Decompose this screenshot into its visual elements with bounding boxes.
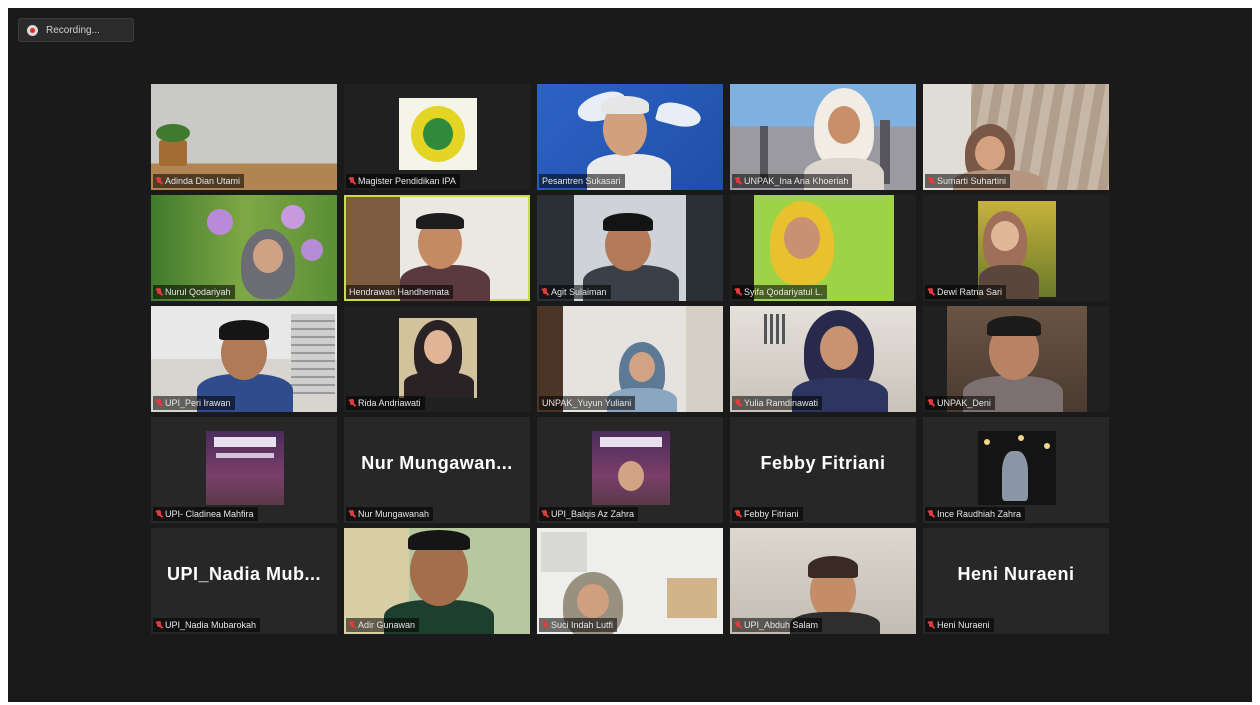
participant-tile[interactable]: Heni Nuraeni Heni Nuraeni: [923, 528, 1109, 634]
mic-muted-icon: [156, 287, 162, 297]
mic-muted-icon: [542, 620, 548, 630]
mic-muted-icon: [928, 176, 934, 186]
mic-muted-icon: [156, 176, 162, 186]
mic-muted-icon: [735, 509, 741, 519]
mic-muted-icon: [349, 398, 355, 408]
participant-name-label: Agit Sulaiman: [539, 285, 611, 299]
mic-muted-icon: [735, 620, 741, 630]
participant-name-label: Yulia Ramdinawati: [732, 396, 823, 410]
participant-name-label: UPI_Balqis Az Zahra: [539, 507, 639, 521]
participant-tile[interactable]: UPI_Nadia Mub... UPI_Nadia Mubarokah: [151, 528, 337, 634]
participant-name-label: Adir Gunawan: [346, 618, 420, 632]
mic-muted-icon: [156, 620, 162, 630]
participant-name-label: Nur Mungawanah: [346, 507, 434, 521]
record-icon: [27, 24, 38, 36]
participant-name-label: Ince Raudhiah Zahra: [925, 507, 1026, 521]
participant-tile[interactable]: Agit Sulaiman: [537, 195, 723, 301]
participant-name-label: Dewi Ratna Sari: [925, 285, 1007, 299]
participant-name-label: Sumarti Suhartini: [925, 174, 1011, 188]
participant-name-label: Syifa Qodariyatul L.: [732, 285, 827, 299]
participant-tile-active-speaker[interactable]: Hendrawan Handhemata: [344, 195, 530, 301]
participant-tile[interactable]: Adir Gunawan: [344, 528, 530, 634]
mic-muted-icon: [735, 287, 741, 297]
mic-muted-icon: [156, 509, 162, 519]
gallery-grid: Adinda Dian Utami Magister Pendidikan IP…: [151, 84, 1109, 634]
participant-name-label: Hendrawan Handhemata: [346, 285, 454, 299]
participant-name-label: UPI_Nadia Mubarokah: [153, 618, 261, 632]
participant-display-name: UPI_Nadia Mub...: [166, 564, 322, 584]
participant-name-label: Adinda Dian Utami: [153, 174, 245, 188]
participant-name-label: UNPAK_Ina Ana Khoeriah: [732, 174, 853, 188]
participant-tile[interactable]: Suci Indah Lutfi: [537, 528, 723, 634]
participant-tile[interactable]: Sumarti Suhartini: [923, 84, 1109, 190]
participant-tile[interactable]: Nur Mungawan... Nur Mungawanah: [344, 417, 530, 523]
mic-muted-icon: [928, 509, 934, 519]
participant-name-label: UPI- Cladinea Mahfira: [153, 507, 258, 521]
participant-tile[interactable]: Yulia Ramdinawati: [730, 306, 916, 412]
mic-muted-icon: [156, 398, 162, 408]
mic-muted-icon: [349, 176, 355, 186]
participant-display-name: Heni Nuraeni: [957, 564, 1075, 584]
mic-muted-icon: [928, 620, 934, 630]
participant-tile[interactable]: UPI_Peri Irawan: [151, 306, 337, 412]
participant-name-label: Rida Andriawati: [346, 396, 425, 410]
mic-muted-icon: [542, 287, 548, 297]
participant-name-label: Febby Fitriani: [732, 507, 803, 521]
participant-name-label: Heni Nuraeni: [925, 618, 994, 632]
participant-name-label: Nurul Qodariyah: [153, 285, 235, 299]
participant-tile[interactable]: Syifa Qodariyatul L.: [730, 195, 916, 301]
meeting-window: Recording... Adinda Dian Utami Magister …: [8, 8, 1252, 702]
participant-tile[interactable]: UPI- Cladinea Mahfira: [151, 417, 337, 523]
participant-name-label: Suci Indah Lutfi: [539, 618, 618, 632]
mic-muted-icon: [542, 509, 548, 519]
recording-label: Recording...: [46, 24, 100, 36]
participant-display-name: Febby Fitriani: [760, 453, 886, 473]
participant-name-label: Pesantren Sukasari: [539, 174, 625, 188]
participant-tile[interactable]: UNPAK_Deni: [923, 306, 1109, 412]
recording-indicator[interactable]: Recording...: [18, 18, 134, 42]
participant-tile[interactable]: Pesantren Sukasari: [537, 84, 723, 190]
participant-tile[interactable]: Ince Raudhiah Zahra: [923, 417, 1109, 523]
participant-name-label: UPI_Abduh Salam: [732, 618, 823, 632]
participant-tile[interactable]: UPI_Balqis Az Zahra: [537, 417, 723, 523]
participant-display-name: Nur Mungawan...: [361, 453, 513, 473]
participant-tile[interactable]: UNPAK_Yuyun Yuliani: [537, 306, 723, 412]
participant-name-label: UPI_Peri Irawan: [153, 396, 235, 410]
participant-name-label: Magister Pendidikan IPA: [346, 174, 460, 188]
participant-tile[interactable]: Magister Pendidikan IPA: [344, 84, 530, 190]
mic-muted-icon: [349, 620, 355, 630]
participant-tile[interactable]: Febby Fitriani Febby Fitriani: [730, 417, 916, 523]
mic-muted-icon: [735, 398, 741, 408]
participant-tile[interactable]: Adinda Dian Utami: [151, 84, 337, 190]
participant-name-label: UNPAK_Deni: [925, 396, 995, 410]
participant-tile[interactable]: UNPAK_Ina Ana Khoeriah: [730, 84, 916, 190]
mic-muted-icon: [928, 287, 934, 297]
mic-muted-icon: [349, 509, 355, 519]
participant-tile[interactable]: Dewi Ratna Sari: [923, 195, 1109, 301]
mic-muted-icon: [735, 176, 741, 186]
participant-name-label: UNPAK_Yuyun Yuliani: [539, 396, 636, 410]
participant-tile[interactable]: UPI_Abduh Salam: [730, 528, 916, 634]
participant-tile[interactable]: Nurul Qodariyah: [151, 195, 337, 301]
mic-muted-icon: [928, 398, 934, 408]
participant-tile[interactable]: Rida Andriawati: [344, 306, 530, 412]
